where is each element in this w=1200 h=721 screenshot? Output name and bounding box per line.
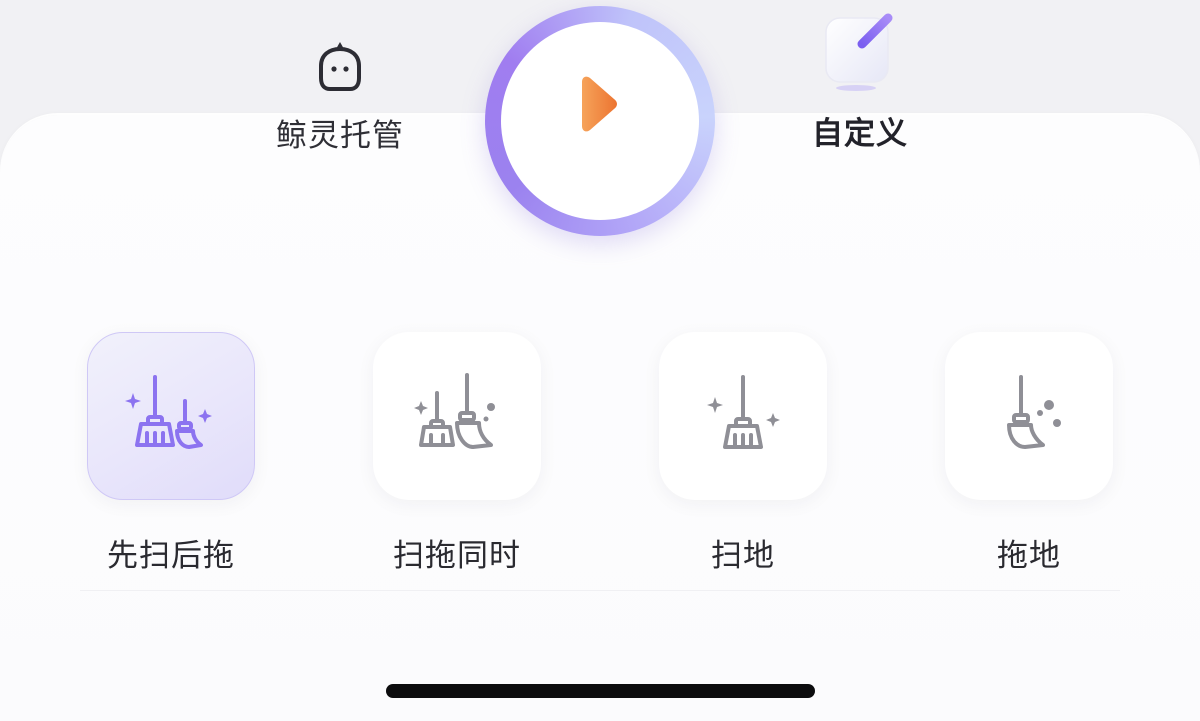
play-icon xyxy=(582,76,617,132)
sweep-and-mop-icon xyxy=(414,373,495,449)
sweep-icon xyxy=(707,375,780,449)
mop-icon xyxy=(1007,375,1061,449)
sweep-then-mop-icon xyxy=(125,375,212,449)
option-label: 拖地 xyxy=(997,538,1061,574)
start-button-face xyxy=(501,22,699,220)
whale-spirit-icon xyxy=(309,36,371,98)
option-mop[interactable]: 拖地 xyxy=(945,332,1113,574)
option-sweep[interactable]: 扫地 xyxy=(659,332,827,574)
option-sweep-then-mop[interactable]: 先扫后拖 xyxy=(87,332,255,574)
option-tile xyxy=(373,332,541,500)
mode-custom[interactable]: 自定义 xyxy=(760,0,960,160)
home-indicator[interactable] xyxy=(386,684,815,698)
option-tile xyxy=(87,332,255,500)
option-label: 扫拖同时 xyxy=(393,538,521,574)
option-label: 先扫后拖 xyxy=(107,538,235,574)
start-cleaning-button[interactable] xyxy=(485,6,715,236)
option-label: 扫地 xyxy=(711,538,775,574)
option-sweep-and-mop[interactable]: 扫拖同时 xyxy=(373,332,541,574)
divider xyxy=(80,590,1120,591)
option-tile xyxy=(659,332,827,500)
mode-ai-managed[interactable]: 鲸灵托管 xyxy=(230,0,450,160)
mode-ai-label: 鲸灵托管 xyxy=(276,118,404,154)
edit-pen-icon xyxy=(822,8,898,94)
mode-custom-label: 自定义 xyxy=(812,116,908,152)
option-tile xyxy=(945,332,1113,500)
